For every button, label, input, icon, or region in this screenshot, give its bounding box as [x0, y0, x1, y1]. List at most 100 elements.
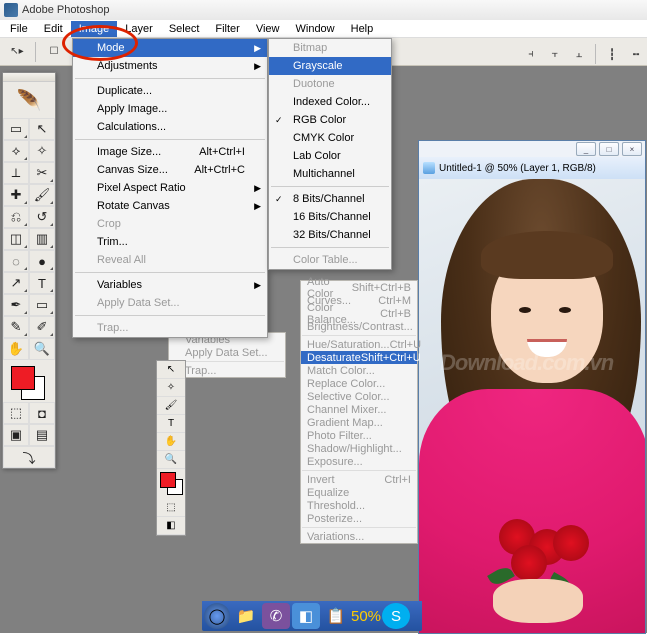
- mode-cmyk[interactable]: CMYK Color: [269, 129, 391, 147]
- photoshop-logo-icon: 🪶: [3, 82, 55, 118]
- color-swatches[interactable]: [3, 360, 55, 402]
- toolbox[interactable]: 🪶 ▭ ↖ ⟡ ✧ ⟂ ✂ ✚ 🖌 ⎌ ↺ ◫ ▥ ◌ ● ↗ T ✒ ▭ ✎ …: [2, 72, 56, 469]
- menu-view[interactable]: View: [248, 21, 288, 37]
- taskbar-explorer-icon[interactable]: 📁: [232, 603, 260, 629]
- notes-tool[interactable]: ✎: [3, 316, 29, 338]
- blur-tool[interactable]: ◌: [3, 250, 29, 272]
- mode-32bit[interactable]: 32 Bits/Channel: [269, 226, 391, 244]
- mode-lab[interactable]: Lab Color: [269, 147, 391, 165]
- edit-mode-standard[interactable]: ⬚: [3, 402, 29, 424]
- mode-grayscale[interactable]: Grayscale: [269, 57, 391, 75]
- menu-item-adjustments[interactable]: Adjustments▶: [73, 57, 267, 75]
- mode-submenu: Bitmap Grayscale Duotone Indexed Color..…: [268, 38, 392, 270]
- menu-item-rotate-canvas[interactable]: Rotate Canvas▶: [73, 197, 267, 215]
- marquee-tool[interactable]: ▭: [3, 118, 29, 140]
- start-button[interactable]: ◯: [204, 603, 230, 629]
- menu-item-trap: Trap...: [73, 319, 267, 337]
- zoom-tool[interactable]: 🔍: [29, 338, 55, 360]
- doc-minimize-button[interactable]: _: [576, 142, 596, 156]
- mode-rgb[interactable]: ✓RGB Color: [269, 111, 391, 129]
- taskbar-app-icon[interactable]: ◧: [292, 603, 320, 629]
- crop-tool[interactable]: ⟂: [3, 162, 29, 184]
- menu-item-trim[interactable]: Trim...: [73, 233, 267, 251]
- menu-item-pixel-aspect-ratio[interactable]: Pixel Aspect Ratio▶: [73, 179, 267, 197]
- document-title: Untitled-1 @ 50% (Layer 1, RGB/8): [439, 163, 596, 174]
- taskbar-skype-icon[interactable]: S: [382, 603, 410, 629]
- menu-item-apply-image[interactable]: Apply Image...: [73, 100, 267, 118]
- align-icon-3[interactable]: ⫠: [568, 45, 590, 63]
- taskbar: ◯ 📁 ✆ ◧ 📋 50% S: [202, 601, 422, 631]
- app-icon: [4, 3, 18, 17]
- menu-item-duplicate[interactable]: Duplicate...: [73, 82, 267, 100]
- app-title: Adobe Photoshop: [22, 4, 109, 16]
- bg-adjustments-menu: Auto ColorShift+Ctrl+B Curves...Ctrl+M C…: [300, 280, 418, 544]
- menu-bar: File Edit Image Layer Select Filter View…: [0, 20, 647, 38]
- menu-item-image-size[interactable]: Image Size...Alt+Ctrl+I: [73, 143, 267, 161]
- align-icon-2[interactable]: ⫟: [544, 45, 566, 63]
- mode-16bit[interactable]: 16 Bits/Channel: [269, 208, 391, 226]
- screen-mode-1[interactable]: ▣: [3, 424, 29, 446]
- lasso-tool[interactable]: ⟡: [3, 140, 29, 162]
- menu-item-canvas-size[interactable]: Canvas Size...Alt+Ctrl+C: [73, 161, 267, 179]
- history-brush-tool[interactable]: ↺: [29, 206, 55, 228]
- screen-mode-2[interactable]: ▤: [29, 424, 55, 446]
- mode-8bit[interactable]: ✓8 Bits/Channel: [269, 190, 391, 208]
- menu-select[interactable]: Select: [161, 21, 208, 37]
- foreground-color-swatch[interactable]: [11, 366, 35, 390]
- menu-item-crop: Crop: [73, 215, 267, 233]
- type-tool[interactable]: T: [29, 272, 55, 294]
- slice-tool[interactable]: ✂: [29, 162, 55, 184]
- menu-edit[interactable]: Edit: [36, 21, 71, 37]
- document-title-bar[interactable]: Untitled-1 @ 50% (Layer 1, RGB/8): [419, 157, 645, 179]
- auto-select-checkbox[interactable]: ☐: [43, 42, 65, 62]
- taskbar-viber-icon[interactable]: ✆: [262, 603, 290, 629]
- taskbar-badge-icon[interactable]: 50%: [352, 603, 380, 629]
- wand-tool[interactable]: ✧: [29, 140, 55, 162]
- mode-color-table: Color Table...: [269, 251, 391, 269]
- move-tool-indicator: ↖▸: [6, 42, 28, 62]
- brush-tool[interactable]: 🖌: [29, 184, 55, 206]
- hand-tool[interactable]: ✋: [3, 338, 29, 360]
- path-select-tool[interactable]: ↗: [3, 272, 29, 294]
- mode-duotone: Duotone: [269, 75, 391, 93]
- mode-indexed[interactable]: Indexed Color...: [269, 93, 391, 111]
- menu-help[interactable]: Help: [343, 21, 382, 37]
- menu-image[interactable]: Image: [71, 21, 118, 37]
- shape-tool[interactable]: ▭: [29, 294, 55, 316]
- taskbar-app-icon-2[interactable]: 📋: [322, 603, 350, 629]
- align-icon[interactable]: ⫞: [520, 45, 542, 63]
- distribute-icon[interactable]: ┇: [601, 45, 623, 63]
- document-icon: [423, 162, 435, 174]
- watermark: Download.com.vn: [440, 350, 613, 376]
- menu-item-calculations[interactable]: Calculations...: [73, 118, 267, 136]
- doc-maximize-button[interactable]: □: [599, 142, 619, 156]
- mode-bitmap: Bitmap: [269, 39, 391, 57]
- toolbox-grip[interactable]: [3, 73, 55, 82]
- menu-item-variables[interactable]: Variables▶: [73, 276, 267, 294]
- dodge-tool[interactable]: ●: [29, 250, 55, 272]
- edit-mode-quickmask[interactable]: ◘: [29, 402, 55, 424]
- menu-layer[interactable]: Layer: [117, 21, 161, 37]
- menu-item-apply-data-set: Apply Data Set...: [73, 294, 267, 312]
- eraser-tool[interactable]: ◫: [3, 228, 29, 250]
- move-tool[interactable]: ↖: [29, 118, 55, 140]
- doc-close-button[interactable]: ×: [622, 142, 642, 156]
- menu-item-mode[interactable]: Mode▶: [73, 39, 267, 57]
- menu-window[interactable]: Window: [288, 21, 343, 37]
- heal-tool[interactable]: ✚: [3, 184, 29, 206]
- options-bar-right: ⫞ ⫟ ⫠ ┇ ╍: [520, 42, 647, 66]
- distribute-icon-2[interactable]: ╍: [625, 45, 647, 63]
- gradient-tool[interactable]: ▥: [29, 228, 55, 250]
- document-window: _ □ × Untitled-1 @ 50% (Layer 1, RGB/8): [418, 140, 646, 634]
- menu-file[interactable]: File: [2, 21, 36, 37]
- mode-multichannel[interactable]: Multichannel: [269, 165, 391, 183]
- image-menu-dropdown: Mode▶ Adjustments▶ Duplicate... Apply Im…: [72, 38, 268, 338]
- pen-tool[interactable]: ✒: [3, 294, 29, 316]
- eyedropper-tool[interactable]: ✐: [29, 316, 55, 338]
- menu-filter[interactable]: Filter: [207, 21, 247, 37]
- jump-to-imageready[interactable]: ⤵: [3, 446, 55, 468]
- title-bar: Adobe Photoshop: [0, 0, 647, 20]
- canvas[interactable]: [419, 179, 645, 633]
- bg-desaturate-item[interactable]: DesaturateShift+Ctrl+U: [301, 351, 417, 364]
- stamp-tool[interactable]: ⎌: [3, 206, 29, 228]
